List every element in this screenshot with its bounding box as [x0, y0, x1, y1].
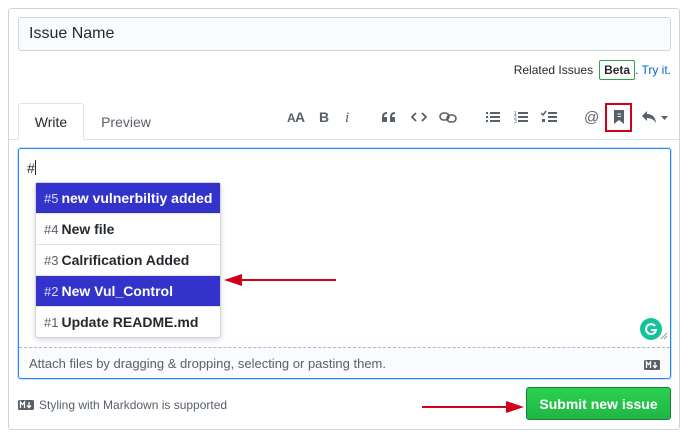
markdown-icon — [18, 400, 34, 410]
svg-text:@: @ — [584, 109, 599, 125]
bold-icon[interactable]: B — [316, 106, 332, 128]
grammarly-icon[interactable] — [640, 318, 662, 340]
suggestion-number: #2 — [44, 283, 59, 299]
svg-text:B: B — [319, 110, 329, 124]
related-issues: Related Issues Beta . Try it. — [514, 59, 671, 81]
attach-files-text: Attach files by dragging & dropping, sel… — [29, 355, 386, 371]
suggestion-number: #1 — [44, 314, 59, 330]
issue-title-input[interactable] — [18, 17, 671, 51]
suggestion-title: Calrification Added — [61, 252, 190, 268]
annotation-arrow-icon — [224, 274, 336, 286]
related-issues-label: Related Issues — [513, 63, 594, 77]
editor-content[interactable]: # — [27, 160, 36, 176]
try-it-link[interactable]: Try it. — [641, 63, 671, 77]
editor-text: # — [27, 160, 35, 176]
italic-icon[interactable]: i — [341, 106, 355, 128]
issue-suggestions: #5 new vulnerbiltiy added #4 New file #3 Ca… — [35, 182, 221, 338]
quote-icon[interactable] — [380, 106, 398, 128]
suggestion-title: new vulnerbiltiy added — [61, 190, 213, 206]
task-list-icon[interactable] — [540, 106, 558, 128]
suggestion-title: New file — [61, 221, 115, 237]
suggestion-number: #5 — [44, 190, 59, 206]
comment-editor[interactable]: # #5 new vulnerbiltiy added #4 New file #3… — [18, 148, 671, 379]
tab-preview[interactable]: Preview — [90, 103, 162, 140]
attach-files-bar[interactable]: Attach files by dragging & dropping, sel… — [19, 347, 670, 378]
svg-text:3: 3 — [514, 119, 517, 124]
related-issues-separator: . — [635, 63, 639, 77]
link-icon[interactable] — [438, 106, 458, 128]
markdown-support-note[interactable]: Styling with Markdown is supported — [18, 398, 227, 412]
markdown-icon — [644, 358, 660, 373]
suggestion-number: #4 — [44, 221, 59, 237]
markdown-support-text: Styling with Markdown is supported — [39, 398, 228, 412]
tab-write[interactable]: Write — [18, 103, 84, 140]
suggestion-title: New Vul_Control — [61, 283, 173, 299]
suggestion-item[interactable]: #2 New Vul_Control — [36, 275, 220, 306]
suggestion-item[interactable]: #4 New file — [36, 213, 220, 244]
svg-text:i: i — [345, 110, 349, 124]
reference-highlight-box — [605, 103, 632, 132]
text-caret — [34, 160, 36, 175]
mention-icon[interactable]: @ — [583, 106, 601, 128]
reply-icon[interactable] — [640, 106, 670, 128]
suggestion-item[interactable]: #5 new vulnerbiltiy added — [36, 183, 220, 213]
resize-handle-icon[interactable] — [660, 327, 668, 345]
annotation-arrow-icon — [422, 401, 524, 413]
suggestion-title: Update README.md — [61, 314, 199, 330]
svg-text:A: A — [295, 110, 305, 124]
numbered-list-icon[interactable]: 123 — [512, 106, 530, 128]
code-icon[interactable] — [410, 106, 428, 128]
text-size-icon[interactable]: AA — [286, 106, 306, 128]
suggestion-item[interactable]: #1 Update README.md — [36, 306, 220, 337]
beta-badge: Beta — [599, 60, 636, 80]
submit-issue-button[interactable]: Submit new issue — [526, 387, 671, 420]
suggestion-item[interactable]: #3 Calrification Added — [36, 244, 220, 275]
bullet-list-icon[interactable] — [484, 106, 502, 128]
suggestion-number: #3 — [44, 252, 59, 268]
